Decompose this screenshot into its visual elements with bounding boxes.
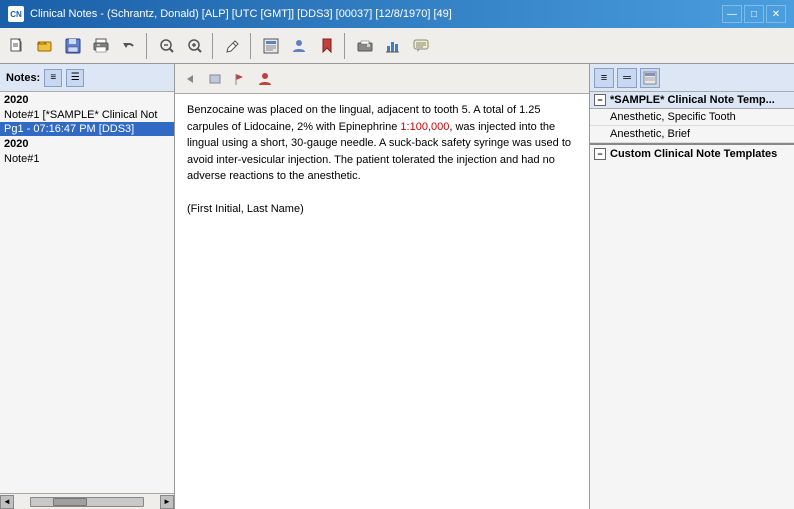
center-prev-button[interactable] xyxy=(204,68,226,90)
open-button[interactable] xyxy=(32,33,58,59)
custom-expand-icon[interactable]: − xyxy=(594,148,606,160)
window-controls: — □ ✕ xyxy=(722,5,786,23)
template-anesthetic-brief[interactable]: Anesthetic, Brief xyxy=(590,126,794,143)
close-button[interactable]: ✕ xyxy=(766,5,786,23)
chart-button[interactable] xyxy=(380,33,406,59)
save-button[interactable] xyxy=(60,33,86,59)
separator-1 xyxy=(146,33,150,59)
scroll-left-btn[interactable]: ◄ xyxy=(0,495,14,509)
center-back-button[interactable] xyxy=(179,68,201,90)
new-note-button[interactable] xyxy=(4,33,30,59)
center-person-button[interactable] xyxy=(254,68,276,90)
center-flag-button[interactable] xyxy=(229,68,251,90)
separator-3 xyxy=(250,33,254,59)
notes-list-view-button[interactable]: ≡ xyxy=(44,69,62,87)
fax-button[interactable] xyxy=(352,33,378,59)
zoom-in-button[interactable] xyxy=(182,33,208,59)
right-panel: ≡ ═ − *SAMPLE* Clinical Note Temp... Ane… xyxy=(589,64,794,509)
year-2020-first: 2020 xyxy=(0,92,174,108)
center-toolbar xyxy=(175,64,589,94)
person-button[interactable] xyxy=(286,33,312,59)
note-1[interactable]: Note#1 xyxy=(0,152,174,166)
separator-4 xyxy=(344,33,348,59)
notes-header: Notes: ≡ ☰ xyxy=(0,64,174,92)
window-title: Clinical Notes - (Schrantz, Donald) [ALP… xyxy=(30,8,722,20)
main-toolbar xyxy=(0,28,794,64)
right-toolbar: ≡ ═ xyxy=(590,64,794,92)
right-template-btn[interactable] xyxy=(640,68,660,88)
bookmark-button[interactable] xyxy=(314,33,340,59)
right-list-btn[interactable]: ≡ xyxy=(594,68,614,88)
custom-templates-section: − Custom Clinical Note Templates xyxy=(590,143,794,163)
custom-templates-label: Custom Clinical Note Templates xyxy=(610,148,777,160)
scroll-right-btn[interactable]: ► xyxy=(160,495,174,509)
minimize-button[interactable]: — xyxy=(722,5,742,23)
maximize-button[interactable]: □ xyxy=(744,5,764,23)
note-signature: (First Initial, Last Name) xyxy=(187,201,577,218)
note-text-paragraph: Benzocaine was placed on the lingual, ad… xyxy=(187,102,577,185)
sample-expand-icon[interactable]: − xyxy=(594,94,606,106)
separator-2 xyxy=(212,33,216,59)
print-button[interactable] xyxy=(88,33,114,59)
comment-button[interactable] xyxy=(408,33,434,59)
left-panel: Notes: ≡ ☰ 2020 Note#1 [*SAMPLE* Clinica… xyxy=(0,64,175,509)
notes-list[interactable]: 2020 Note#1 [*SAMPLE* Clinical Not Pg1 -… xyxy=(0,92,174,493)
title-bar: CN Clinical Notes - (Schrantz, Donald) [… xyxy=(0,0,794,28)
epinephrine-value: 1:100,000 xyxy=(400,121,449,133)
right-detail-btn[interactable]: ═ xyxy=(617,68,637,88)
note-content: Benzocaine was placed on the lingual, ad… xyxy=(175,94,589,509)
horizontal-scrollbar[interactable]: ◄ ► xyxy=(0,493,174,509)
sample-templates-label: *SAMPLE* Clinical Note Temp... xyxy=(610,94,775,106)
sample-templates-section: − *SAMPLE* Clinical Note Temp... Anesthe… xyxy=(590,92,794,143)
undo-button[interactable] xyxy=(116,33,142,59)
custom-templates-header[interactable]: − Custom Clinical Note Templates xyxy=(590,143,794,163)
note-pg1-selected[interactable]: Pg1 - 07:16:47 PM [DDS3] xyxy=(0,122,174,136)
zoom-out-button[interactable] xyxy=(154,33,180,59)
pen-button[interactable] xyxy=(220,33,246,59)
note-sample[interactable]: Note#1 [*SAMPLE* Clinical Not xyxy=(0,108,174,122)
app-icon: CN xyxy=(8,6,24,22)
scrollbar-track[interactable] xyxy=(30,497,144,507)
template-anesthetic-specific[interactable]: Anesthetic, Specific Tooth xyxy=(590,109,794,126)
year-2020-second: 2020 xyxy=(0,136,174,152)
main-content: Notes: ≡ ☰ 2020 Note#1 [*SAMPLE* Clinica… xyxy=(0,64,794,509)
sample-templates-header[interactable]: − *SAMPLE* Clinical Note Temp... xyxy=(590,92,794,109)
notes-label: Notes: xyxy=(6,72,40,84)
center-panel: Benzocaine was placed on the lingual, ad… xyxy=(175,64,589,509)
template-button[interactable] xyxy=(258,33,284,59)
template-tree[interactable]: − *SAMPLE* Clinical Note Temp... Anesthe… xyxy=(590,92,794,509)
scrollbar-thumb[interactable] xyxy=(53,498,87,506)
notes-detail-view-button[interactable]: ☰ xyxy=(66,69,84,87)
